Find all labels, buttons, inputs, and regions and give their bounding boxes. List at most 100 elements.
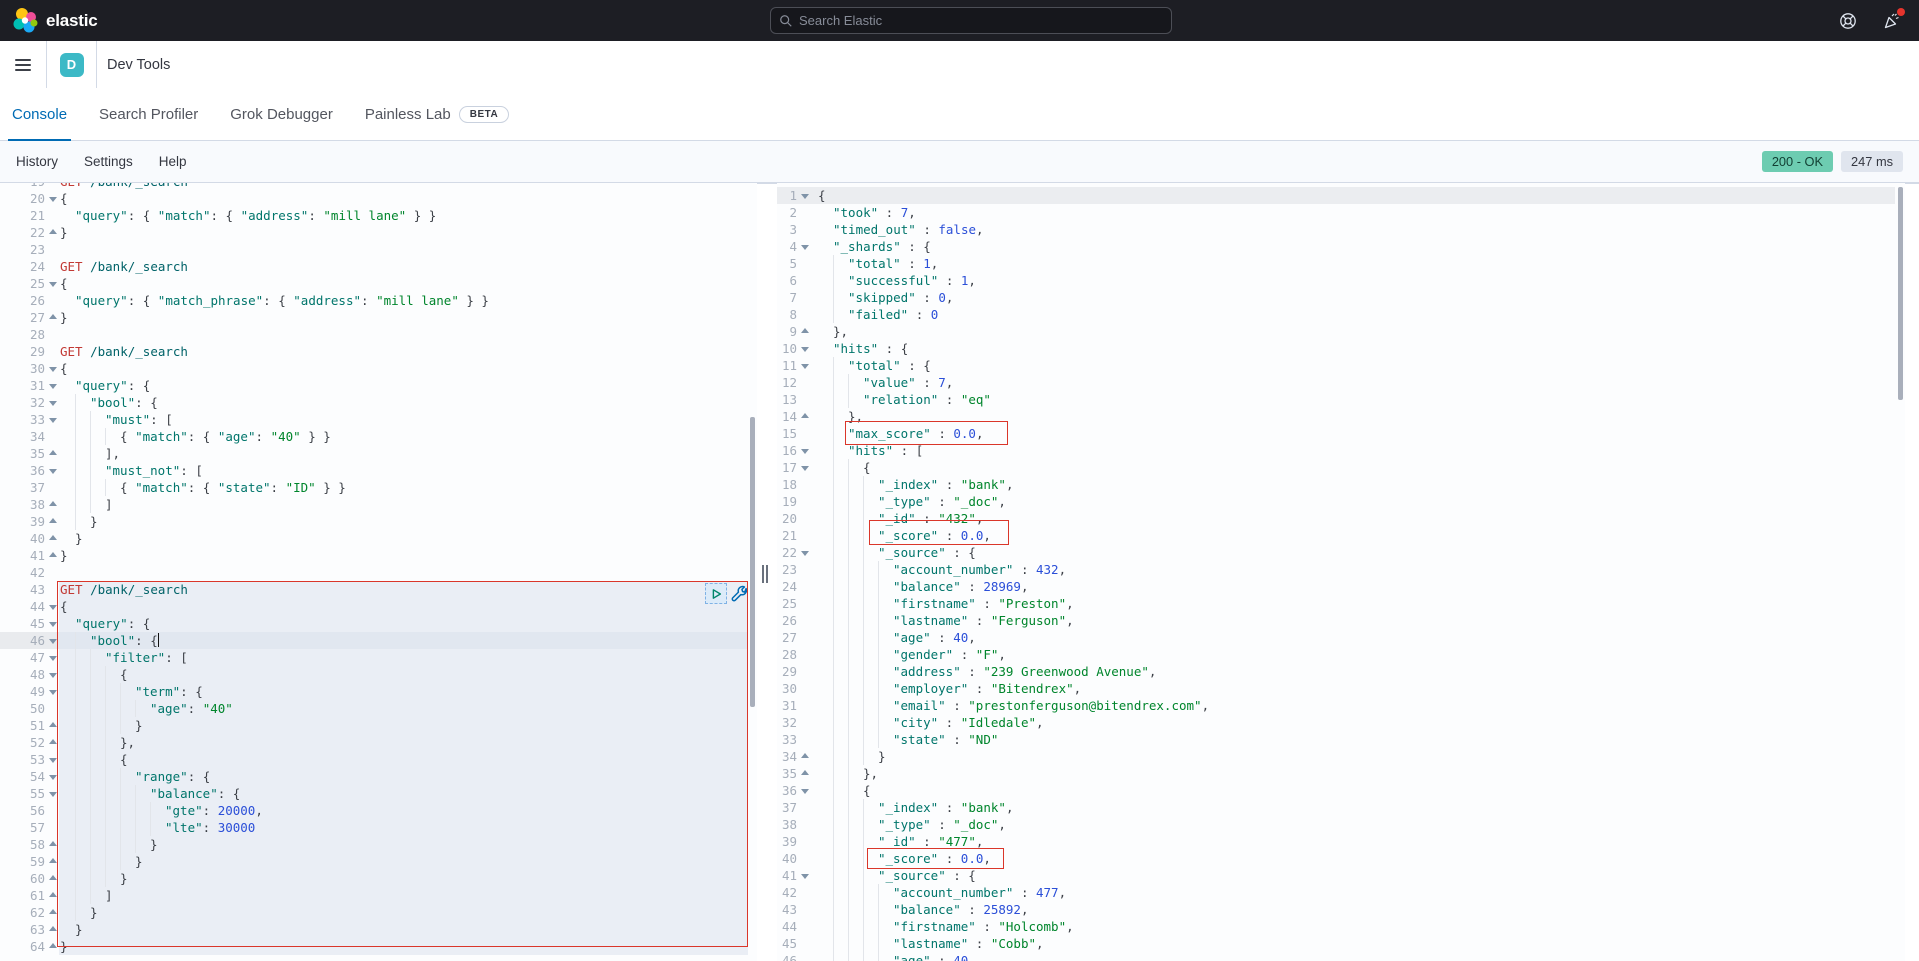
code-line-1[interactable]: 1{ xyxy=(777,187,1895,204)
fold-toggle-icon[interactable] xyxy=(45,666,59,683)
code-line-13[interactable]: 13"relation" : "eq" xyxy=(777,391,1895,408)
code-line-35[interactable]: 35}, xyxy=(777,765,1895,782)
code-line-38[interactable]: 38] xyxy=(0,496,748,513)
code-line-33[interactable]: 33"state" : "ND" xyxy=(777,731,1895,748)
code-line-10[interactable]: 10"hits" : { xyxy=(777,340,1895,357)
code-line-23[interactable]: 23"account_number" : 432, xyxy=(777,561,1895,578)
fold-toggle-icon[interactable] xyxy=(45,615,59,632)
code-line-34[interactable]: 34{ "match": { "age": "40" } } xyxy=(0,428,748,445)
code-line-2[interactable]: 2"took" : 7, xyxy=(777,204,1895,221)
code-line-29[interactable]: 29GET /bank/_search xyxy=(0,343,748,360)
fold-toggle-icon[interactable] xyxy=(45,190,59,207)
fold-toggle-icon[interactable] xyxy=(797,748,811,765)
fold-toggle-icon[interactable] xyxy=(45,377,59,394)
code-line-33[interactable]: 33"must": [ xyxy=(0,411,748,428)
code-line-45[interactable]: 45"query": { xyxy=(0,615,748,632)
code-line-44[interactable]: 44"firstname" : "Holcomb", xyxy=(777,918,1895,935)
fold-toggle-icon[interactable] xyxy=(45,649,59,666)
code-line-49[interactable]: 49"term": { xyxy=(0,683,748,700)
code-line-24[interactable]: 24GET /bank/_search xyxy=(0,258,748,275)
code-line-55[interactable]: 55"balance": { xyxy=(0,785,748,802)
code-line-17[interactable]: 17{ xyxy=(777,459,1895,476)
fold-toggle-icon[interactable] xyxy=(45,683,59,700)
wrench-icon[interactable] xyxy=(731,585,748,602)
code-line-24[interactable]: 24"balance" : 28969, xyxy=(777,578,1895,595)
right-editor-scrollbar[interactable] xyxy=(1898,187,1903,400)
fold-toggle-icon[interactable] xyxy=(45,496,59,513)
code-line-28[interactable]: 28 xyxy=(0,326,748,343)
code-line-8[interactable]: 8"failed" : 0 xyxy=(777,306,1895,323)
global-search-input[interactable]: Search Elastic xyxy=(770,7,1172,34)
code-line-61[interactable]: 61] xyxy=(0,887,748,904)
fold-toggle-icon[interactable] xyxy=(45,887,59,904)
fold-toggle-icon[interactable] xyxy=(45,445,59,462)
code-line-31[interactable]: 31"query": { xyxy=(0,377,748,394)
code-line-62[interactable]: 62} xyxy=(0,904,748,921)
code-line-48[interactable]: 48{ xyxy=(0,666,748,683)
fold-toggle-icon[interactable] xyxy=(45,751,59,768)
code-line-16[interactable]: 16"hits" : [ xyxy=(777,442,1895,459)
code-line-32[interactable]: 32"bool": { xyxy=(0,394,748,411)
fold-toggle-icon[interactable] xyxy=(45,836,59,853)
code-line-42[interactable]: 42"account_number" : 477, xyxy=(777,884,1895,901)
send-request-button[interactable] xyxy=(705,583,727,604)
tab-search-profiler[interactable]: Search Profiler xyxy=(99,88,198,141)
code-line-37[interactable]: 37"_index" : "bank", xyxy=(777,799,1895,816)
space-avatar[interactable]: D xyxy=(60,53,84,77)
help-link[interactable]: Help xyxy=(159,154,187,169)
code-line-32[interactable]: 32"city" : "Idledale", xyxy=(777,714,1895,731)
code-line-7[interactable]: 7"skipped" : 0, xyxy=(777,289,1895,306)
code-line-28[interactable]: 28"gender" : "F", xyxy=(777,646,1895,663)
menu-toggle-button[interactable] xyxy=(0,41,46,88)
code-line-27[interactable]: 27"age" : 40, xyxy=(777,629,1895,646)
code-line-58[interactable]: 58} xyxy=(0,836,748,853)
code-line-30[interactable]: 30{ xyxy=(0,360,748,377)
left-editor-scrollbar[interactable] xyxy=(750,417,755,707)
response-viewer[interactable]: 1{2"took" : 7,3"timed_out" : false,4"_sh… xyxy=(777,183,1905,961)
fold-toggle-icon[interactable] xyxy=(45,717,59,734)
fold-toggle-icon[interactable] xyxy=(45,462,59,479)
code-line-29[interactable]: 29"address" : "239 Greenwood Avenue", xyxy=(777,663,1895,680)
code-line-52[interactable]: 52}, xyxy=(0,734,748,751)
code-line-36[interactable]: 36{ xyxy=(777,782,1895,799)
code-line-14[interactable]: 14}, xyxy=(777,408,1895,425)
fold-toggle-icon[interactable] xyxy=(797,408,811,425)
code-line-31[interactable]: 31"email" : "prestonferguson@bitendrex.c… xyxy=(777,697,1895,714)
code-line-18[interactable]: 18"_index" : "bank", xyxy=(777,476,1895,493)
code-line-63[interactable]: 63} xyxy=(0,921,748,938)
fold-toggle-icon[interactable] xyxy=(45,785,59,802)
code-line-46[interactable]: 46"age" : 40, xyxy=(777,952,1895,961)
code-line-21[interactable]: 21"_score" : 0.0, xyxy=(777,527,1895,544)
fold-toggle-icon[interactable] xyxy=(797,867,811,884)
code-line-23[interactable]: 23 xyxy=(0,241,748,258)
fold-toggle-icon[interactable] xyxy=(45,547,59,564)
fold-toggle-icon[interactable] xyxy=(797,544,811,561)
code-line-19[interactable]: 19"_type" : "_doc", xyxy=(777,493,1895,510)
history-link[interactable]: History xyxy=(16,154,58,169)
code-line-22[interactable]: 22"_source" : { xyxy=(777,544,1895,561)
fold-toggle-icon[interactable] xyxy=(45,275,59,292)
fold-toggle-icon[interactable] xyxy=(45,513,59,530)
code-line-27[interactable]: 27} xyxy=(0,309,748,326)
fold-toggle-icon[interactable] xyxy=(45,870,59,887)
code-line-34[interactable]: 34} xyxy=(777,748,1895,765)
code-line-5[interactable]: 5"total" : 1, xyxy=(777,255,1895,272)
code-line-20[interactable]: 20"_id" : "432", xyxy=(777,510,1895,527)
fold-toggle-icon[interactable] xyxy=(45,734,59,751)
code-line-6[interactable]: 6"successful" : 1, xyxy=(777,272,1895,289)
code-line-36[interactable]: 36"must_not": [ xyxy=(0,462,748,479)
code-line-9[interactable]: 9}, xyxy=(777,323,1895,340)
fold-toggle-icon[interactable] xyxy=(45,904,59,921)
fold-toggle-icon[interactable] xyxy=(797,323,811,340)
code-line-4[interactable]: 4"_shards" : { xyxy=(777,238,1895,255)
code-line-60[interactable]: 60} xyxy=(0,870,748,887)
newsfeed-icon[interactable] xyxy=(1883,12,1901,30)
code-line-51[interactable]: 51} xyxy=(0,717,748,734)
code-line-40[interactable]: 40"_score" : 0.0, xyxy=(777,850,1895,867)
fold-toggle-icon[interactable] xyxy=(797,187,811,204)
fold-toggle-icon[interactable] xyxy=(45,768,59,785)
code-line-39[interactable]: 39} xyxy=(0,513,748,530)
code-line-59[interactable]: 59} xyxy=(0,853,748,870)
code-line-44[interactable]: 44{ xyxy=(0,598,748,615)
code-line-22[interactable]: 22} xyxy=(0,224,748,241)
